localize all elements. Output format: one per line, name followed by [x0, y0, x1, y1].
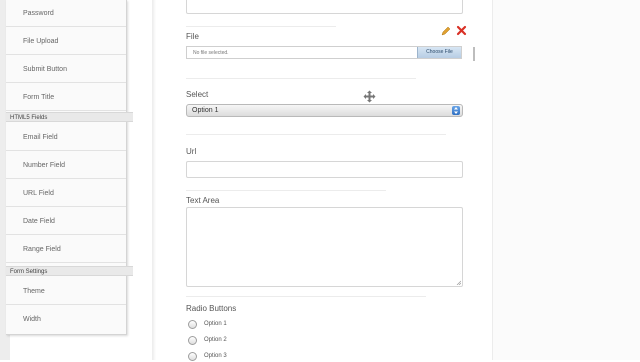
field-divider: [186, 296, 426, 297]
sidebar-item-form-title[interactable]: Form Title: [6, 84, 126, 111]
sidebar-item-label: Date Field: [23, 218, 55, 225]
radio-option-label: Option 1: [204, 321, 227, 327]
text-area-input[interactable]: [186, 207, 463, 287]
file-upload-input[interactable]: No file selected. Choose File: [186, 46, 462, 59]
chevron-updown-icon: [452, 106, 460, 115]
sidebar-item-label: Form Title: [23, 94, 55, 101]
url-label: Url: [186, 147, 197, 156]
sidebar-item-label: Email Field: [23, 134, 58, 141]
sidebar-item-url-field[interactable]: URL Field: [6, 180, 126, 207]
right-background: [493, 0, 640, 360]
select-label: Select: [186, 90, 209, 99]
radio-option-label: Option 2: [204, 337, 227, 343]
resize-grip-icon[interactable]: [456, 280, 461, 285]
field-divider: [186, 26, 336, 27]
select-value: Option 1: [192, 107, 219, 114]
sidebar-item-label: File Upload: [23, 38, 59, 45]
resize-handle[interactable]: [473, 47, 475, 61]
field-palette-sidebar: Password File Upload Submit Button Form …: [6, 0, 133, 335]
select-dropdown[interactable]: Option 1: [186, 104, 463, 117]
radio-group-label: Radio Buttons: [186, 304, 237, 313]
sidebar-item-theme[interactable]: Theme: [6, 278, 126, 305]
sidebar-item-label: Password: [23, 10, 54, 17]
sidebar-item-label: Submit Button: [23, 66, 67, 73]
sidebar-item-label: URL Field: [23, 190, 54, 197]
field-divider: [186, 134, 446, 135]
url-input[interactable]: [186, 161, 463, 178]
sidebar-item-submit-button[interactable]: Submit Button: [6, 56, 126, 83]
previous-field-input[interactable]: [186, 0, 463, 14]
close-icon[interactable]: [456, 25, 467, 36]
radio-button[interactable]: [188, 320, 197, 329]
sidebar-item-file-upload[interactable]: File Upload: [6, 28, 126, 55]
sidebar-section-html5: HTML5 Fields: [6, 112, 133, 122]
sidebar-item-label: Number Field: [23, 162, 66, 169]
field-divider: [186, 78, 416, 79]
move-icon[interactable]: [363, 90, 376, 103]
file-label: File: [186, 32, 199, 41]
sidebar-item-date-field[interactable]: Date Field: [6, 208, 126, 235]
file-status-text: No file selected.: [193, 50, 229, 56]
sidebar-item-number-field[interactable]: Number Field: [6, 152, 126, 179]
choose-file-button[interactable]: Choose File: [417, 47, 461, 58]
sidebar-item-label: Range Field: [23, 246, 61, 253]
sidebar-item-label: Theme: [23, 288, 45, 295]
sidebar-item-password[interactable]: Password: [6, 0, 126, 27]
sidebar-item-email-field[interactable]: Email Field: [6, 124, 126, 151]
textarea-label: Text Area: [186, 196, 220, 205]
sidebar-item-width[interactable]: Width: [6, 306, 126, 333]
field-divider: [186, 190, 386, 191]
radio-button[interactable]: [188, 336, 197, 345]
sidebar-section-form-settings: Form Settings: [6, 266, 133, 276]
sidebar-item-label: Width: [23, 316, 41, 323]
sidebar-item-range-field[interactable]: Range Field: [6, 236, 126, 263]
radio-option-label: Option 3: [204, 353, 227, 359]
pencil-icon[interactable]: [441, 26, 451, 36]
